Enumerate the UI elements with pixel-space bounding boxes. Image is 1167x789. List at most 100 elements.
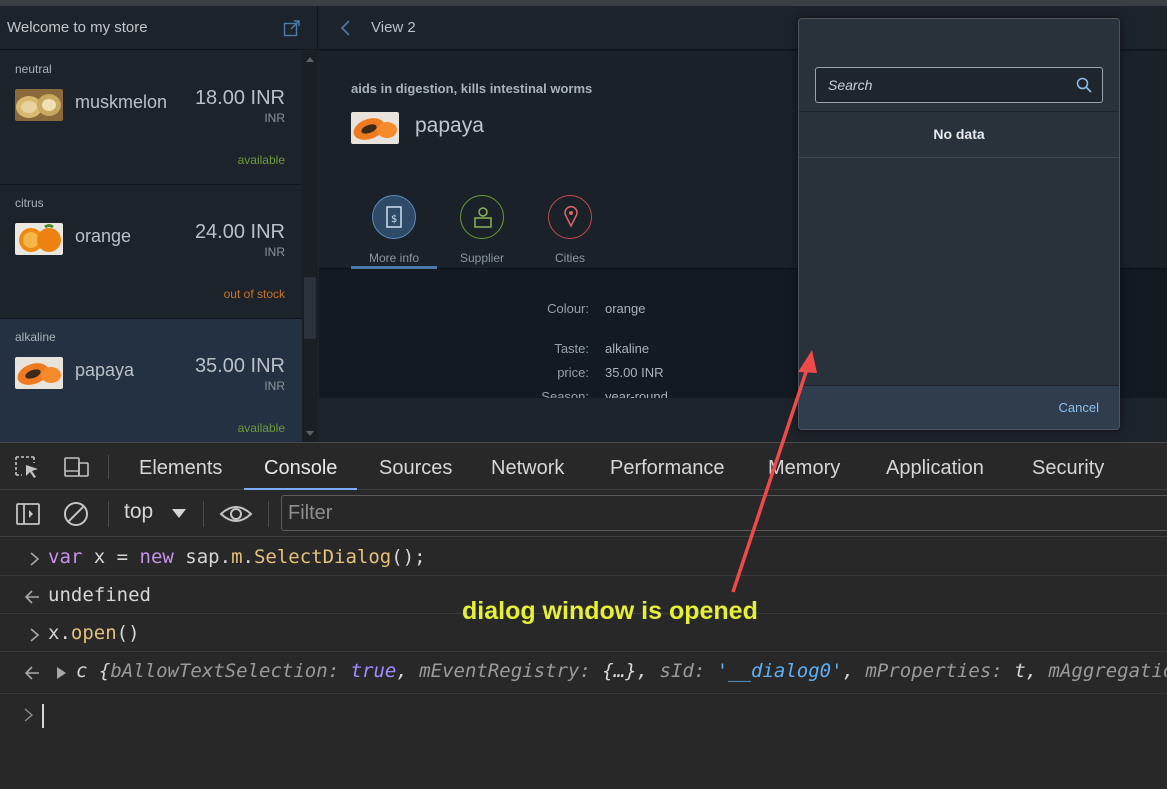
svg-text:$: $ [391,214,397,225]
console-output: var x = new sap.m.SelectDialog(); undefi… [0,538,1167,789]
code-token: (); [391,546,426,568]
scroll-thumb[interactable] [304,277,316,339]
dialog-title-bar [799,19,1119,55]
form-value: 35.00 INR [605,365,664,380]
code-token: c [76,660,88,682]
tab-sources[interactable]: Sources [373,443,458,490]
search-field[interactable] [815,67,1103,103]
filter-input[interactable] [282,496,1167,530]
console-prompt-line[interactable] [0,694,1167,732]
papaya-image [351,112,399,144]
detail-title: View 2 [371,19,416,36]
tab-network[interactable]: Network [485,443,570,490]
code-token: SelectDialog [253,546,392,568]
tab-label: Supplier [459,251,505,265]
tab-application[interactable]: Application [880,443,990,490]
tab-security[interactable]: Security [1026,443,1110,490]
cancel-button[interactable]: Cancel [1059,400,1099,415]
app-window: Welcome to my store neutral muskmelon 18… [0,0,1167,442]
list-item[interactable]: neutral muskmelon 18.00 INR INR availabl… [0,51,302,185]
item-category: citrus [15,196,44,210]
scroll-up-icon[interactable] [306,57,314,62]
form-label: Colour: [547,301,589,316]
item-price: 24.00 INR [194,221,285,243]
code-token: m [231,546,243,568]
tab-memory[interactable]: Memory [762,443,846,490]
form-value: orange [605,301,646,316]
code-token: . [242,546,254,568]
code-token: '__dialog0' [716,660,843,682]
tab-console[interactable]: Console [244,443,358,490]
eye-icon[interactable] [219,500,253,528]
return-arrow-icon [24,666,39,680]
supplier-icon [460,195,504,239]
chevron-right-icon [30,552,40,566]
scroll-down-icon[interactable] [306,431,314,436]
divider [108,455,109,479]
chevron-down-icon[interactable] [172,509,186,518]
search-input[interactable] [816,68,1066,102]
tab-more-info[interactable]: $ More info [351,195,437,269]
item-name: papaya [75,360,135,380]
clear-console-icon[interactable] [62,500,90,528]
context-selector[interactable]: top [124,500,153,524]
item-status: available [237,421,285,435]
master-title: Welcome to my store [7,19,148,36]
item-status: available [237,153,285,167]
dialog-footer: Cancel [799,385,1119,429]
form-label: price: [557,365,589,380]
master-header: Welcome to my store [0,6,318,50]
console-line[interactable]: c {bAllowTextSelection: true, mEventRegi… [0,652,1167,694]
code-token: sap. [173,546,232,568]
map-pin-icon [548,195,592,239]
document-money-icon: $ [372,195,416,239]
item-category: alkaline [15,330,56,344]
master-list-panel: Welcome to my store neutral muskmelon 18… [0,6,318,442]
inspect-element-icon[interactable] [14,455,42,479]
console-toolbar: top [0,491,1167,537]
object-subtitle: aids in digestion, kills intestinal worm… [351,81,593,96]
list-item[interactable]: alkaline papaya 35.00 INR INR available [0,319,302,442]
code-token: bAllowTextSelection [110,660,328,682]
filter-field[interactable] [281,495,1167,531]
code-token: mEventRegistry [419,660,580,682]
form-value: alkaline [605,341,650,356]
tab-cities[interactable]: Cities [527,195,613,269]
tab-performance[interactable]: Performance [604,443,731,490]
divider [203,501,204,527]
muskmelon-image [15,89,63,121]
code-token: true [350,660,397,682]
tab-supplier[interactable]: Supplier [439,195,525,269]
back-icon[interactable] [339,20,353,36]
list-item[interactable]: citrus orange 24.00 INR INR out of stock [0,185,302,319]
expand-triangle-icon[interactable] [54,665,68,681]
search-icon[interactable] [1076,77,1092,93]
list-scrollbar[interactable] [302,51,318,442]
annotation-text: dialog window is opened [462,597,758,625]
chevron-right-icon [24,708,34,722]
item-name: orange [75,226,132,246]
code-token: x. [48,622,71,644]
code-token: () [116,622,140,644]
code-token: { [87,660,111,682]
devtools-tabbar: Elements Console Sources Network Perform… [0,442,1167,490]
sidebar-toggle-icon[interactable] [14,500,42,528]
text-caret [42,704,44,728]
share-icon[interactable] [283,19,301,37]
divider [108,501,109,527]
tab-elements[interactable]: Elements [133,443,228,490]
orange-image [15,223,63,255]
item-unit: INR [264,111,285,125]
code-token: open [70,622,117,644]
item-unit: INR [264,379,285,393]
select-dialog: No data Cancel [798,18,1120,430]
code-token: x = [82,546,140,568]
form-label: Taste: [554,341,589,356]
console-object-text: c {bAllowTextSelection: true, mEventRegi… [76,660,1167,682]
item-name: muskmelon [75,92,168,112]
divider [268,501,269,527]
code-token: new [139,546,174,568]
return-arrow-icon [24,590,39,604]
code-token: t [1014,660,1026,682]
device-toolbar-icon[interactable] [62,455,90,479]
